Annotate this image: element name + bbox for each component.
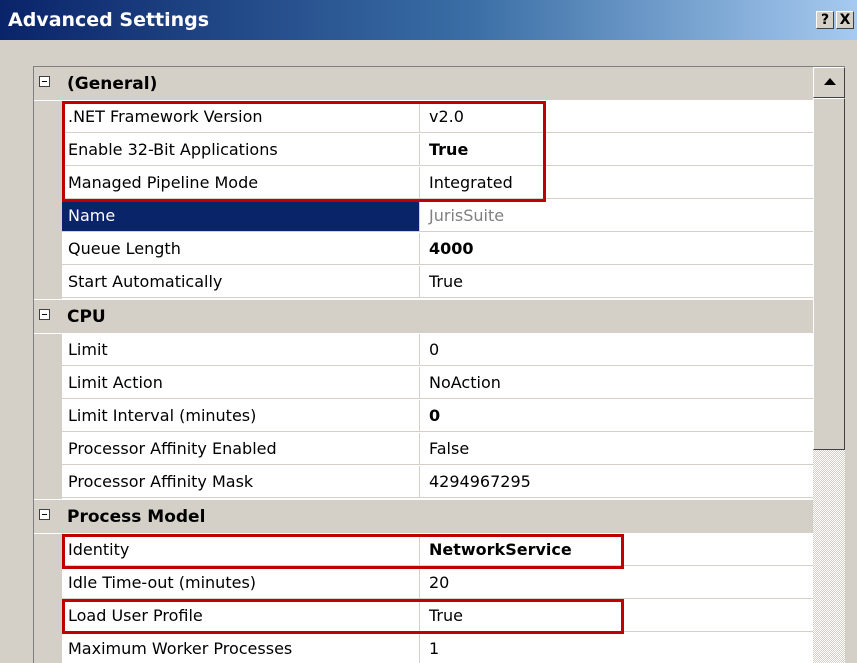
property-value[interactable]: True xyxy=(420,600,813,632)
property-value[interactable]: True xyxy=(420,266,813,298)
property-value[interactable]: 20 xyxy=(420,567,813,599)
row-gutter xyxy=(34,433,62,466)
property-value[interactable]: JurisSuite xyxy=(420,200,813,232)
property-value[interactable]: True xyxy=(420,134,813,166)
property-row[interactable]: Load User Profile True xyxy=(34,600,813,633)
category-label: (General) xyxy=(67,74,158,94)
property-row[interactable]: Processor Affinity Mask 4294967295 xyxy=(34,466,813,499)
row-gutter xyxy=(34,334,62,367)
row-gutter xyxy=(34,367,62,400)
vertical-scrollbar[interactable] xyxy=(813,67,845,663)
minus-box-icon[interactable] xyxy=(39,309,50,320)
category-general[interactable]: (General) xyxy=(34,67,813,100)
category-label: CPU xyxy=(67,307,106,327)
property-value[interactable]: 0 xyxy=(420,400,813,432)
row-gutter xyxy=(34,101,62,134)
property-value[interactable]: 1 xyxy=(420,633,813,663)
row-gutter xyxy=(34,266,62,299)
arrow-up-icon[interactable] xyxy=(813,67,845,98)
property-name[interactable]: Processor Affinity Mask xyxy=(62,466,420,498)
property-value[interactable]: NetworkService xyxy=(420,534,813,566)
property-name[interactable]: Limit xyxy=(62,334,420,366)
title-bar: Advanced Settings ? X xyxy=(0,0,857,40)
category-process-model[interactable]: Process Model xyxy=(34,500,813,533)
property-row[interactable]: .NET Framework Version v2.0 xyxy=(34,101,813,134)
property-name[interactable]: .NET Framework Version xyxy=(62,101,420,133)
row-gutter xyxy=(34,534,62,567)
property-name[interactable]: Idle Time-out (minutes) xyxy=(62,567,420,599)
property-value[interactable]: 4294967295 xyxy=(420,466,813,498)
scrollbar-thumb[interactable] xyxy=(813,98,845,450)
property-value[interactable]: False xyxy=(420,433,813,465)
property-name[interactable]: Maximum Worker Processes xyxy=(62,633,420,663)
property-name[interactable]: Queue Length xyxy=(62,233,420,265)
minus-box-icon[interactable] xyxy=(39,76,50,87)
property-row[interactable]: Idle Time-out (minutes) 20 xyxy=(34,567,813,600)
row-gutter xyxy=(34,134,62,167)
category-label: Process Model xyxy=(67,507,206,527)
property-row[interactable]: Limit Action NoAction xyxy=(34,367,813,400)
property-name[interactable]: Name xyxy=(62,200,420,232)
property-row[interactable]: Processor Affinity Enabled False xyxy=(34,433,813,466)
property-row[interactable]: Queue Length 4000 xyxy=(34,233,813,266)
property-row[interactable]: Identity NetworkService xyxy=(34,534,813,567)
row-gutter xyxy=(34,167,62,200)
property-value[interactable]: 4000 xyxy=(420,233,813,265)
row-gutter xyxy=(34,400,62,433)
row-gutter xyxy=(34,633,62,663)
row-gutter xyxy=(34,200,62,233)
help-button[interactable]: ? xyxy=(816,11,834,29)
property-name[interactable]: Identity xyxy=(62,534,420,566)
category-cpu[interactable]: CPU xyxy=(34,300,813,333)
property-value[interactable]: v2.0 xyxy=(420,101,813,133)
property-name[interactable]: Load User Profile xyxy=(62,600,420,632)
property-row[interactable]: Limit Interval (minutes) 0 xyxy=(34,400,813,433)
property-row[interactable]: Start Automatically True xyxy=(34,266,813,299)
window-title: Advanced Settings xyxy=(8,9,210,31)
row-gutter xyxy=(34,600,62,633)
property-row[interactable]: Enable 32-Bit Applications True xyxy=(34,134,813,167)
row-gutter xyxy=(34,567,62,600)
property-row[interactable]: Maximum Worker Processes 1 xyxy=(34,633,813,663)
property-row[interactable]: Limit 0 xyxy=(34,334,813,367)
property-value[interactable]: Integrated xyxy=(420,167,813,199)
property-name[interactable]: Processor Affinity Enabled xyxy=(62,433,420,465)
property-row-selected[interactable]: Name JurisSuite xyxy=(34,200,813,233)
property-name[interactable]: Limit Action xyxy=(62,367,420,399)
close-button[interactable]: X xyxy=(836,11,854,29)
property-name[interactable]: Enable 32-Bit Applications xyxy=(62,134,420,166)
row-gutter xyxy=(34,233,62,266)
property-grid: (General) .NET Framework Version v2.0 En… xyxy=(33,66,845,663)
property-value[interactable]: 0 xyxy=(420,334,813,366)
property-row[interactable]: Managed Pipeline Mode Integrated xyxy=(34,167,813,200)
property-name[interactable]: Limit Interval (minutes) xyxy=(62,400,420,432)
minus-box-icon[interactable] xyxy=(39,509,50,520)
property-name[interactable]: Managed Pipeline Mode xyxy=(62,167,420,199)
property-name[interactable]: Start Automatically xyxy=(62,266,420,298)
property-value[interactable]: NoAction xyxy=(420,367,813,399)
row-gutter xyxy=(34,466,62,499)
